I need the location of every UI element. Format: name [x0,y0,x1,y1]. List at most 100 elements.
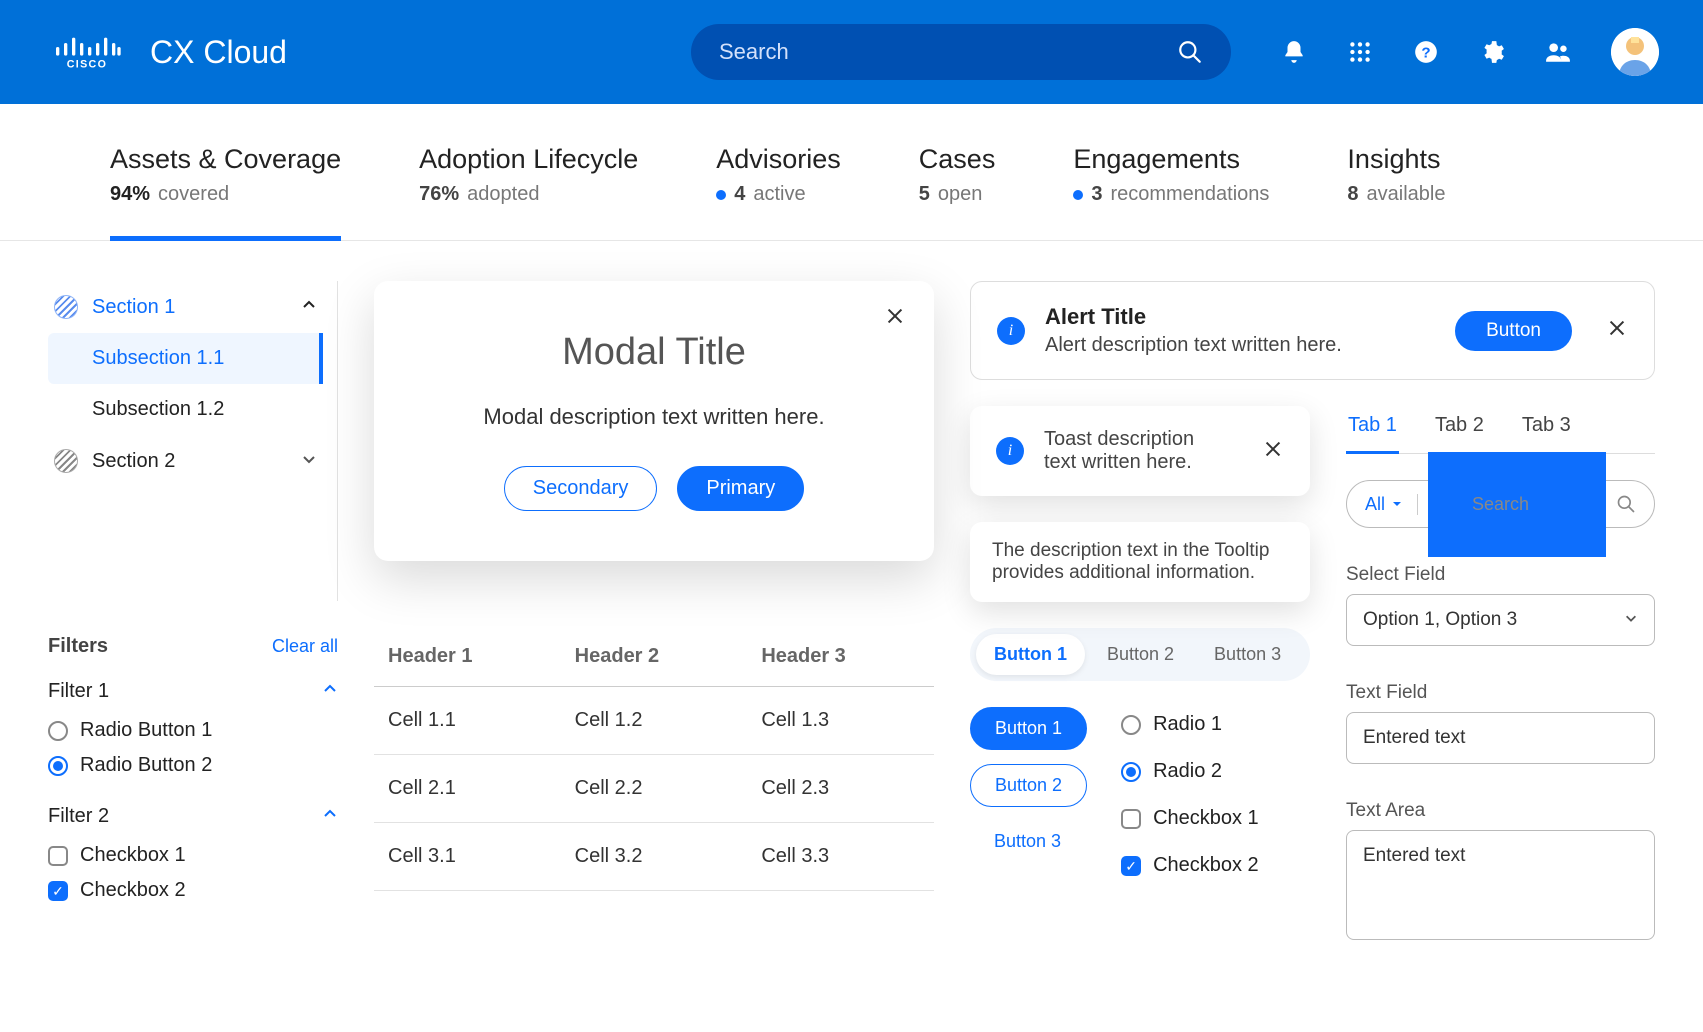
bell-icon[interactable] [1281,39,1307,65]
sidebar-subsection-1-1[interactable]: Subsection 1.1 [48,333,323,384]
gear-icon[interactable] [1479,39,1505,65]
info-icon: i [996,437,1024,465]
users-icon[interactable] [1545,39,1571,65]
select-field[interactable]: Option 1, Option 3 [1346,594,1655,646]
modal-title: Modal Title [418,331,890,374]
filter-check-2[interactable]: Checkbox 2 [48,873,338,908]
checkbox-2[interactable]: Checkbox 2 [1121,848,1259,883]
filters-heading: Filters Clear all [48,635,338,658]
help-icon[interactable]: ? [1413,39,1439,65]
nav-cases[interactable]: Cases 5open [919,144,996,241]
nav-assets[interactable]: Assets & Coverage 94%covered [110,144,341,241]
svg-text:?: ? [1421,44,1430,61]
checkbox-icon [1121,809,1141,829]
nav-advisories[interactable]: Advisories 4active [716,144,841,241]
alert-desc: Alert description text written here. [1045,334,1435,357]
table-row[interactable]: Cell 3.1Cell 3.2Cell 3.3 [374,823,934,891]
toast-desc: Toast description text written here. [1044,428,1228,474]
text-area[interactable]: Entered text [1346,830,1655,940]
sidebar-section-2[interactable]: Section 2 [48,435,323,487]
svg-text:CISCO: CISCO [67,58,107,70]
tooltip: The description text in the Tooltip prov… [970,522,1310,602]
textarea-label: Text Area [1346,800,1655,822]
chevron-up-icon [301,296,317,319]
header-actions: ? [1281,28,1659,76]
chevron-down-icon [1624,609,1638,631]
nav-title: Assets & Coverage [110,144,341,175]
table-row[interactable]: Cell 2.1Cell 2.2Cell 2.3 [374,755,934,823]
radio-2[interactable]: Radio 2 [1121,754,1259,789]
close-icon[interactable] [884,305,906,332]
nav-adoption[interactable]: Adoption Lifecycle 76%adopted [419,144,638,241]
segment-1[interactable]: Button 1 [976,634,1085,675]
radio-icon [48,756,68,776]
global-search[interactable]: Search [691,24,1231,80]
filter-radio-2[interactable]: Radio Button 2 [48,748,338,783]
brand: CISCO CX Cloud [44,34,287,71]
filter-check-1[interactable]: Checkbox 1 [48,838,338,873]
caret-down-icon [1391,498,1403,510]
radio-icon [1121,762,1141,782]
tab-3[interactable]: Tab 3 [1520,406,1573,454]
chevron-up-icon [322,805,338,828]
checkbox-icon [1121,856,1141,876]
search-placeholder: Search [719,39,1165,65]
search-filter-selector[interactable]: All [1365,494,1418,515]
section-icon [54,295,78,319]
alert-button[interactable]: Button [1455,311,1572,351]
text-field[interactable]: Entered text [1346,712,1655,764]
search-icon [1177,39,1203,65]
filter-1-header[interactable]: Filter 1 [48,680,338,703]
secondary-button[interactable]: Secondary [504,466,658,511]
segment-2[interactable]: Button 2 [1089,634,1192,675]
table-header[interactable]: Header 3 [747,627,934,687]
secondary-button[interactable]: Button 2 [970,764,1087,807]
alert-title: Alert Title [1045,304,1435,330]
segment-3[interactable]: Button 3 [1196,634,1299,675]
link-button[interactable]: Button 3 [970,821,1085,862]
toast: i Toast description text written here. [970,406,1310,496]
alert-banner: i Alert Title Alert description text wri… [970,281,1655,380]
search-placeholder: Search [1428,452,1606,557]
sidebar-subsection-1-2[interactable]: Subsection 1.2 [48,384,323,435]
tab-2[interactable]: Tab 2 [1433,406,1486,454]
primary-nav: Assets & Coverage 94%covered Adoption Li… [0,104,1703,241]
radio-icon [48,721,68,741]
segmented-control: Button 1 Button 2 Button 3 [970,628,1310,681]
data-table: Header 1 Header 2 Header 3 Cell 1.1Cell … [374,627,934,891]
cisco-logo-icon: CISCO [44,34,130,70]
sidebar-section-1[interactable]: Section 1 [48,281,323,333]
info-icon: i [997,317,1025,345]
table-header[interactable]: Header 2 [561,627,748,687]
search-icon [1616,494,1636,514]
primary-button[interactable]: Primary [677,466,804,511]
checkbox-icon [48,881,68,901]
app-header: CISCO CX Cloud Search ? [0,0,1703,104]
filter-radio-1[interactable]: Radio Button 1 [48,713,338,748]
modal: Modal Title Modal description text writt… [374,281,934,561]
primary-button[interactable]: Button 1 [970,707,1087,750]
avatar[interactable] [1611,28,1659,76]
text-field-label: Text Field [1346,682,1655,704]
table-header[interactable]: Header 1 [374,627,561,687]
chevron-up-icon [322,680,338,703]
section-icon [54,449,78,473]
radio-1[interactable]: Radio 1 [1121,707,1259,742]
modal-desc: Modal description text written here. [418,404,890,430]
filter-2-header[interactable]: Filter 2 [48,805,338,828]
close-icon[interactable] [1606,317,1628,344]
filter-search[interactable]: All Search [1346,480,1655,528]
button-stack: Button 1 Button 2 Button 3 [970,707,1087,883]
close-icon[interactable] [1262,438,1284,465]
checkbox-icon [48,846,68,866]
checkbox-1[interactable]: Checkbox 1 [1121,801,1259,836]
nav-insights[interactable]: Insights 8available [1347,144,1445,241]
apps-grid-icon[interactable] [1347,39,1373,65]
table-row[interactable]: Cell 1.1Cell 1.2Cell 1.3 [374,687,934,755]
tab-1[interactable]: Tab 1 [1346,406,1399,454]
nav-engagements[interactable]: Engagements 3recommendations [1073,144,1269,241]
clear-all-link[interactable]: Clear all [272,636,338,657]
radio-icon [1121,715,1141,735]
chevron-down-icon [301,450,317,473]
sidebar: Section 1 Subsection 1.1 Subsection 1.2 … [48,281,338,908]
